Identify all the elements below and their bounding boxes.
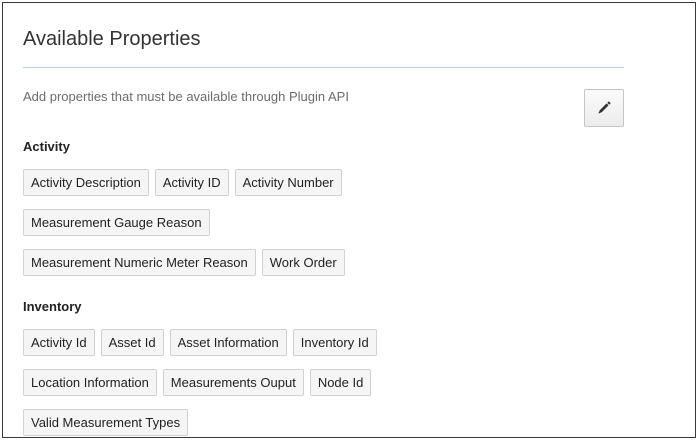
activity-properties-row: Measurement Numeric Meter Reason Work Or… [23, 249, 345, 276]
property-chip[interactable]: Valid Measurement Types [23, 409, 189, 436]
section-inventory-heading: Inventory [23, 299, 82, 314]
property-chip[interactable]: Activity Number [234, 169, 342, 196]
property-chip[interactable]: Location Information [23, 369, 157, 396]
property-chip[interactable]: Activity Description [23, 169, 149, 196]
property-chip[interactable]: Measurement Gauge Reason [23, 209, 210, 236]
inventory-properties-row: Valid Measurement Types [23, 409, 189, 436]
activity-properties-row: Measurement Gauge Reason [23, 209, 210, 236]
pencil-icon [596, 100, 612, 116]
panel-description: Add properties that must be available th… [23, 89, 349, 104]
property-chip[interactable]: Inventory Id [292, 329, 377, 356]
property-chip[interactable]: Node Id [309, 369, 372, 396]
property-chip[interactable]: Measurement Numeric Meter Reason [23, 249, 256, 276]
property-chip[interactable]: Measurements Ouput [162, 369, 304, 396]
panel-title: Available Properties [23, 28, 201, 50]
property-chip[interactable]: Work Order [261, 249, 345, 276]
property-chip[interactable]: Asset Id [100, 329, 164, 356]
available-properties-panel: Available Properties Add properties that… [2, 2, 696, 438]
activity-properties-row: Activity Description Activity ID Activit… [23, 169, 342, 196]
edit-button[interactable] [584, 89, 624, 127]
property-chip[interactable]: Asset Information [169, 329, 287, 356]
inventory-properties-row: Location Information Measurements Ouput … [23, 369, 372, 396]
title-divider [23, 67, 624, 68]
property-chip[interactable]: Activity ID [154, 169, 229, 196]
section-activity-heading: Activity [23, 139, 70, 154]
property-chip[interactable]: Activity Id [23, 329, 95, 356]
inventory-properties-row: Activity Id Asset Id Asset Information I… [23, 329, 377, 356]
